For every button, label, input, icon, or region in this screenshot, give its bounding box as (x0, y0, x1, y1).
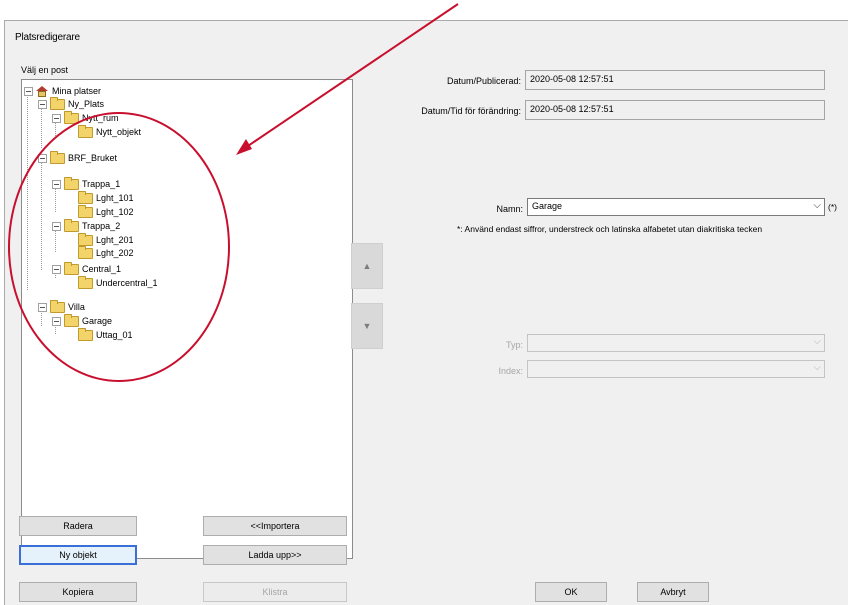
copy-button[interactable]: Kopiera (19, 582, 137, 602)
required-marker: (*) (828, 202, 837, 212)
move-up-button[interactable]: ▲ (351, 243, 383, 289)
tree-node[interactable]: Nytt_rum (52, 110, 119, 125)
collapse-icon[interactable] (52, 316, 61, 326)
collapse-icon[interactable] (52, 221, 61, 231)
collapse-icon[interactable] (52, 113, 61, 123)
tree-node[interactable]: Villa (38, 299, 85, 314)
folder-icon (50, 96, 65, 110)
index-label: Index: (498, 366, 523, 376)
tree-node[interactable]: Trappa_1 (52, 176, 120, 191)
folder-icon (64, 261, 79, 275)
type-combobox[interactable]: ⌵ (527, 334, 825, 352)
folder-icon (50, 299, 65, 313)
folder-icon (78, 190, 93, 204)
arrow-down-icon: ▼ (362, 321, 372, 331)
paste-button[interactable]: Klistra (203, 582, 347, 602)
folder-icon (78, 204, 93, 218)
tree-node[interactable]: Lght_201 (78, 232, 134, 247)
tree-node[interactable]: Ny_Plats (38, 96, 104, 111)
tree-node[interactable]: Central_1 (52, 261, 121, 276)
tree-node[interactable]: Undercentral_1 (78, 275, 158, 290)
new-object-button[interactable]: Ny objekt (19, 545, 137, 565)
collapse-icon[interactable] (38, 99, 47, 109)
folder-icon (78, 327, 93, 341)
modified-field[interactable]: 2020-05-08 12:57:51 (525, 100, 825, 120)
published-field[interactable]: 2020-05-08 12:57:51 (525, 70, 825, 90)
tree-node[interactable]: Garage (52, 313, 112, 328)
folder-icon (78, 275, 93, 289)
place-editor-window: Platsredigerare Välj en post Mina platse… (4, 20, 848, 605)
delete-button[interactable]: Radera (19, 516, 137, 536)
modified-label: Datum/Tid för förändring: (421, 106, 521, 116)
name-label: Namn: (496, 204, 523, 214)
folder-icon (50, 150, 65, 164)
name-hint: *: Använd endast siffror, understreck oc… (457, 224, 763, 234)
folder-icon (64, 110, 79, 124)
index-combobox[interactable]: ⌵ (527, 360, 825, 378)
tree-connector (41, 158, 42, 270)
ok-button[interactable]: OK (535, 582, 607, 602)
collapse-icon[interactable] (24, 86, 33, 96)
tree-connector (27, 92, 28, 290)
chevron-down-icon[interactable]: ⌵ (813, 200, 821, 211)
collapse-icon[interactable] (38, 153, 47, 163)
folder-icon (78, 245, 93, 259)
tree-node-root[interactable]: Mina platser (24, 84, 101, 98)
upload-button[interactable]: Ladda upp>> (203, 545, 347, 565)
window-title: Platsredigerare (15, 32, 80, 43)
tree-node[interactable]: BRF_Bruket (38, 150, 117, 165)
published-label: Datum/Publicerad: (446, 76, 521, 86)
tree-node[interactable]: Lght_101 (78, 190, 134, 205)
folder-icon (78, 124, 93, 138)
cancel-button[interactable]: Avbryt (637, 582, 709, 602)
tree-node[interactable]: Uttag_01 (78, 327, 133, 342)
tree-node[interactable]: Trappa_2 (52, 218, 120, 233)
name-combobox[interactable]: Garage ⌵ (527, 198, 825, 216)
place-tree[interactable]: Mina platser Ny_Plats Nytt_rum Nytt_obje… (21, 79, 353, 559)
arrow-up-icon: ▲ (362, 261, 372, 271)
tree-node[interactable]: Lght_102 (78, 204, 134, 219)
move-down-button[interactable]: ▼ (351, 303, 383, 349)
folder-icon (64, 176, 79, 190)
import-button[interactable]: <<Importera (203, 516, 347, 536)
collapse-icon[interactable] (52, 179, 61, 189)
tree-node[interactable]: Nytt_objekt (78, 124, 141, 139)
folder-icon (78, 232, 93, 246)
type-label: Typ: (505, 340, 523, 350)
tree-label: Välj en post (21, 65, 69, 75)
folder-icon (64, 313, 79, 327)
collapse-icon[interactable] (38, 302, 47, 312)
folder-icon (64, 218, 79, 232)
collapse-icon[interactable] (52, 264, 61, 274)
house-icon (36, 85, 49, 97)
chevron-down-icon[interactable]: ⌵ (813, 336, 821, 347)
tree-node[interactable]: Lght_202 (78, 245, 134, 260)
chevron-down-icon[interactable]: ⌵ (813, 362, 821, 373)
